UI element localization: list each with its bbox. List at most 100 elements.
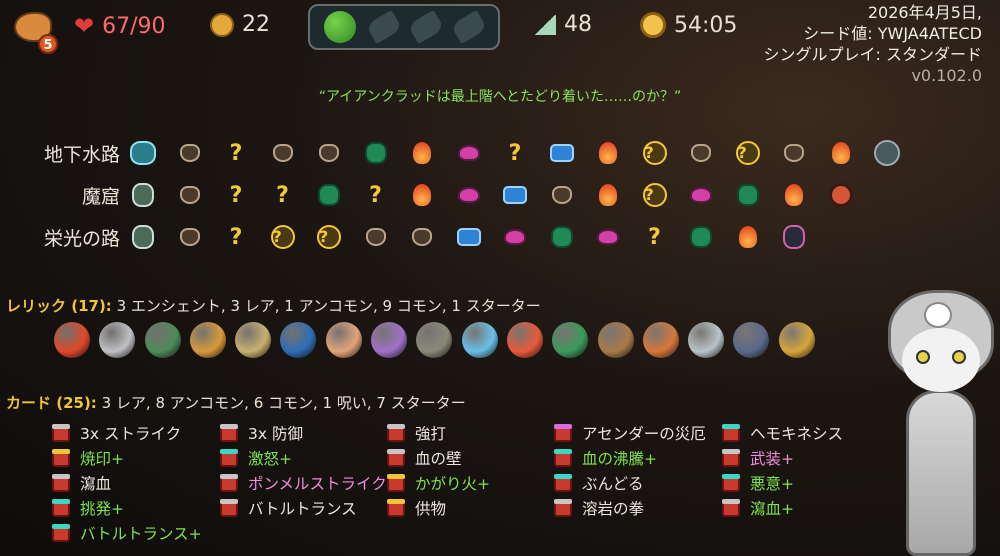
card-entry[interactable]: 3x ストライク [52,420,220,445]
relic-icon[interactable] [189,322,226,358]
map-node[interactable] [177,140,203,166]
card-name: 溶岩の拳 [582,499,645,518]
relic-icon[interactable] [552,322,589,358]
card-entry[interactable]: 強打 [387,420,554,445]
map-node[interactable] [502,224,528,250]
map-node[interactable] [688,182,714,208]
monster-node-icon [365,228,386,246]
map-node[interactable] [595,182,621,208]
map-node[interactable] [781,182,807,208]
map-node[interactable] [409,182,435,208]
map-node[interactable] [177,182,203,208]
map-node[interactable] [502,182,528,208]
card-entry[interactable]: 武装+ [722,445,890,470]
map-node[interactable]: ? [270,224,296,250]
relic-icon[interactable] [597,322,634,358]
character-portrait[interactable]: 5 [12,8,58,54]
map-node[interactable] [316,182,342,208]
card-entry[interactable]: アセンダーの災厄 [554,420,722,445]
relic-icon[interactable] [506,322,543,358]
relic-icon[interactable] [371,322,408,358]
card-entry[interactable]: 3x 防御 [220,420,387,445]
map-node[interactable]: ? [642,140,668,166]
map-node[interactable] [456,182,482,208]
card-entry[interactable]: かがり火+ [387,470,554,495]
map-node[interactable]: ? [735,140,761,166]
card-name: 供物 [415,499,447,518]
map-node[interactable] [549,182,575,208]
empty-potion-slot-icon[interactable] [365,9,403,45]
relic-icon[interactable] [99,322,136,358]
map-node[interactable] [595,140,621,166]
card-entry[interactable]: ぶんどる [554,470,722,495]
relic-icon[interactable] [280,322,317,358]
relic-icon[interactable] [54,322,90,358]
clover-potion-icon[interactable] [324,11,357,43]
map-node[interactable] [595,224,621,250]
card-entry[interactable]: 瀉血 [52,470,220,495]
card-entry[interactable]: ポンメルストライク+ [220,470,387,495]
relic-icon[interactable] [144,322,181,358]
relic-icon[interactable] [325,322,362,358]
relic-icon[interactable] [733,322,770,358]
map-node[interactable] [456,140,482,166]
card-entry[interactable]: 焼印+ [52,445,220,470]
map-node[interactable]: ? [502,140,528,166]
card-entry[interactable]: 溶岩の拳 [554,495,722,520]
map-node[interactable]: ? [316,224,342,250]
relic-icon[interactable] [416,322,453,358]
map-node[interactable] [130,140,156,166]
map-node[interactable] [781,140,807,166]
map-node[interactable]: ? [223,182,249,208]
cat-face [902,328,980,392]
map-node[interactable] [363,140,389,166]
map-node[interactable]: ? [270,182,296,208]
relic-icon[interactable] [778,322,815,358]
map-node[interactable] [130,182,156,208]
map-node[interactable] [409,140,435,166]
run-date: 2026年4月5日, [867,3,982,22]
card-entry[interactable]: 悪意+ [722,470,890,495]
map-node[interactable] [316,140,342,166]
map-node[interactable] [177,224,203,250]
map-node[interactable]: ? [642,182,668,208]
empty-potion-slot-icon[interactable] [450,9,488,45]
map-node[interactable] [735,224,761,250]
merchant-icon [736,184,759,206]
card-entry[interactable]: バトルトランス+ [52,520,220,545]
map-node[interactable] [781,224,807,250]
card-entry[interactable]: 激怒+ [220,445,387,470]
map-node[interactable]: ? [223,140,249,166]
map-node[interactable] [549,140,575,166]
card-entry[interactable]: 供物 [387,495,554,520]
map-node[interactable] [688,140,714,166]
act-name: 地下水路 [43,143,120,166]
map-node[interactable] [549,224,575,250]
relic-icon[interactable] [461,322,498,358]
map-node[interactable] [735,182,761,208]
card-entry[interactable]: 挑発+ [52,495,220,520]
map-node[interactable] [828,182,854,208]
relic-icon[interactable] [235,322,272,358]
card-name: 瀉血 [80,474,112,493]
empty-potion-slot-icon[interactable] [407,9,445,45]
map-node[interactable] [874,140,900,166]
map-node[interactable] [409,224,435,250]
map-node[interactable]: ? [223,224,249,250]
map-node[interactable] [456,224,482,250]
card-entry[interactable]: ヘモキネシス [722,420,890,445]
map-node[interactable] [363,224,389,250]
card-entry[interactable]: 血の壁 [387,445,554,470]
unknown-node-icon: ? [276,182,289,208]
card-entry[interactable]: 血の沸騰+ [554,445,722,470]
relic-icon[interactable] [688,322,725,358]
map-node[interactable]: ? [642,224,668,250]
map-node[interactable]: ? [363,182,389,208]
relic-icon[interactable] [642,322,679,358]
card-entry[interactable]: 瀉血+ [722,495,890,520]
map-node[interactable] [688,224,714,250]
card-entry[interactable]: バトルトランス [220,495,387,520]
map-node[interactable] [270,140,296,166]
map-node[interactable] [130,224,156,250]
map-node[interactable] [828,140,854,166]
